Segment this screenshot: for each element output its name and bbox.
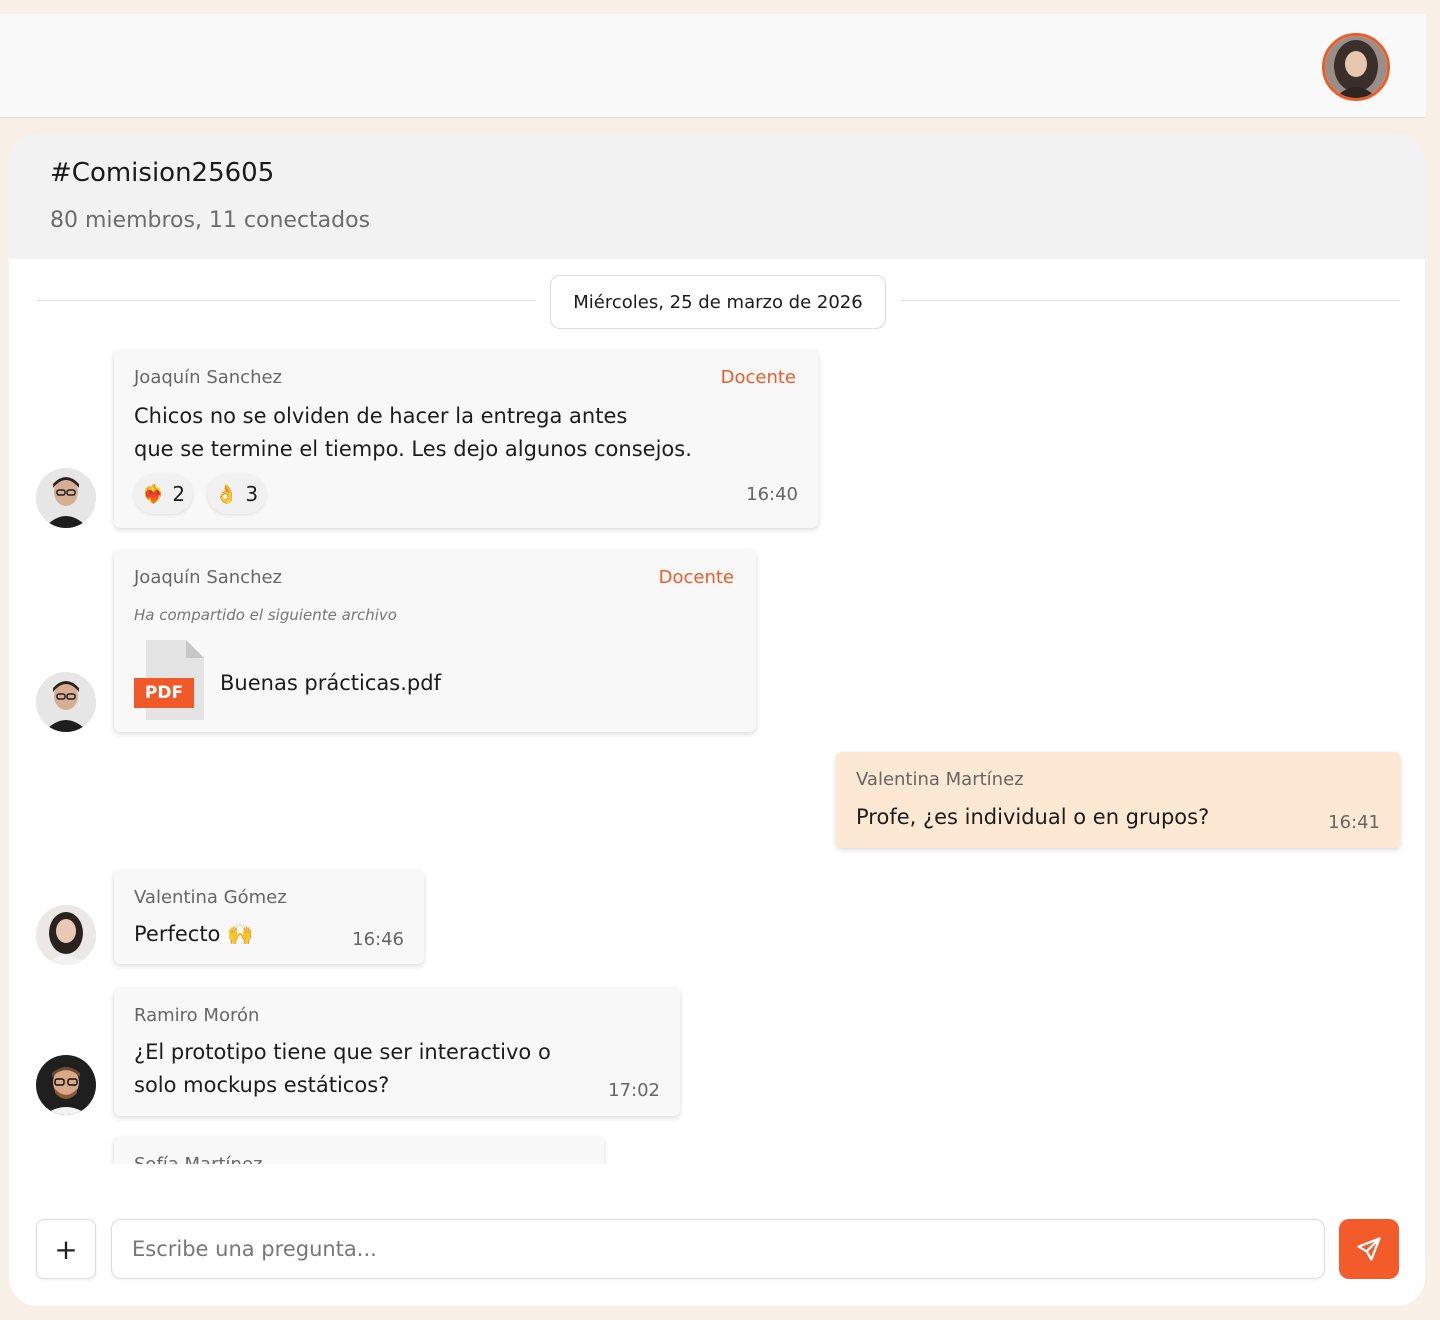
message-text: Perfecto 🙌 [134, 922, 254, 946]
send-icon [1357, 1237, 1381, 1261]
own-message-bubble[interactable]: Valentina Martínez Profe, ¿es individual… [836, 752, 1400, 848]
message-time: 17:02 [608, 1080, 660, 1101]
channel-header: #Comision25605 80 miembros, 11 conectado… [9, 134, 1425, 259]
message-sender: Ramiro Morón [134, 1005, 260, 1026]
message-text: que se termine el tiempo. Les dejo algun… [134, 437, 692, 461]
send-button[interactable] [1339, 1219, 1399, 1279]
message-bubble[interactable]: Sofía Martínez [114, 1137, 604, 1164]
date-divider-left [36, 300, 536, 301]
message-bubble[interactable]: Joaquín Sanchez Docente Chicos no se olv… [114, 350, 818, 528]
pdf-file-icon[interactable]: PDF [134, 640, 206, 720]
message-sender: Joaquín Sanchez [134, 567, 283, 588]
pdf-badge: PDF [144, 683, 184, 703]
channel-title: #Comision25605 [50, 158, 275, 188]
chat-panel: #Comision25605 80 miembros, 11 conectado… [9, 134, 1425, 1306]
message-text: solo mockups estáticos? [134, 1073, 390, 1097]
avatar-joaquin-icon [36, 672, 96, 732]
role-badge: Docente [658, 567, 734, 588]
avatar-ramiro-icon [36, 1055, 96, 1115]
message-text: Chicos no se olviden de hacer la entrega… [134, 404, 628, 428]
reaction-count: 2 [172, 482, 186, 506]
avatar[interactable] [36, 905, 96, 965]
message-sender: Valentina Martínez [856, 769, 1024, 790]
top-bar [0, 14, 1426, 118]
file-share-note: Ha compartido el siguiente archivo [134, 606, 397, 624]
reaction-ok[interactable]: 👌 3 [207, 474, 267, 514]
date-separator: Miércoles, 25 de marzo de 2026 [550, 275, 886, 329]
ok-hand-icon: 👌 [215, 483, 238, 505]
user-avatar[interactable] [1322, 33, 1390, 101]
avatar[interactable] [36, 468, 96, 528]
channel-members: 80 miembros, 11 conectados [50, 208, 371, 233]
message-composer: + [9, 1219, 1425, 1281]
reaction-count: 3 [245, 482, 259, 506]
avatar-joaquin-icon [36, 468, 96, 528]
message-list[interactable]: Joaquín Sanchez Docente Chicos no se olv… [9, 334, 1425, 1164]
message-text: Profe, ¿es individual o en grupos? [856, 805, 1210, 829]
add-attachment-button[interactable]: + [36, 1219, 96, 1279]
message-time: 16:46 [352, 929, 404, 950]
message-sender: Joaquín Sanchez [134, 367, 283, 388]
message-time: 16:40 [746, 484, 798, 505]
role-badge: Docente [720, 367, 796, 388]
avatar-valentina-icon [36, 905, 96, 965]
message-bubble[interactable]: Ramiro Morón ¿El prototipo tiene que ser… [114, 988, 680, 1116]
message-sender: Valentina Gómez [134, 887, 287, 908]
heart-icon: ❤️‍🔥 [142, 483, 165, 505]
message-input[interactable] [111, 1219, 1325, 1279]
message-time: 16:41 [1328, 812, 1380, 833]
user-avatar-icon [1325, 36, 1387, 98]
message-bubble[interactable]: Valentina Gómez Perfecto 🙌 16:46 [114, 870, 424, 964]
avatar[interactable] [36, 672, 96, 732]
file-name-link[interactable]: Buenas prácticas.pdf [220, 671, 441, 695]
message-text: ¿El prototipo tiene que ser interactivo … [134, 1040, 551, 1064]
avatar[interactable] [36, 1055, 96, 1115]
file-message-bubble[interactable]: Joaquín Sanchez Docente Ha compartido el… [114, 550, 756, 732]
date-divider-right [900, 300, 1400, 301]
message-sender: Sofía Martínez [134, 1154, 262, 1164]
reaction-heart[interactable]: ❤️‍🔥 2 [134, 474, 194, 514]
